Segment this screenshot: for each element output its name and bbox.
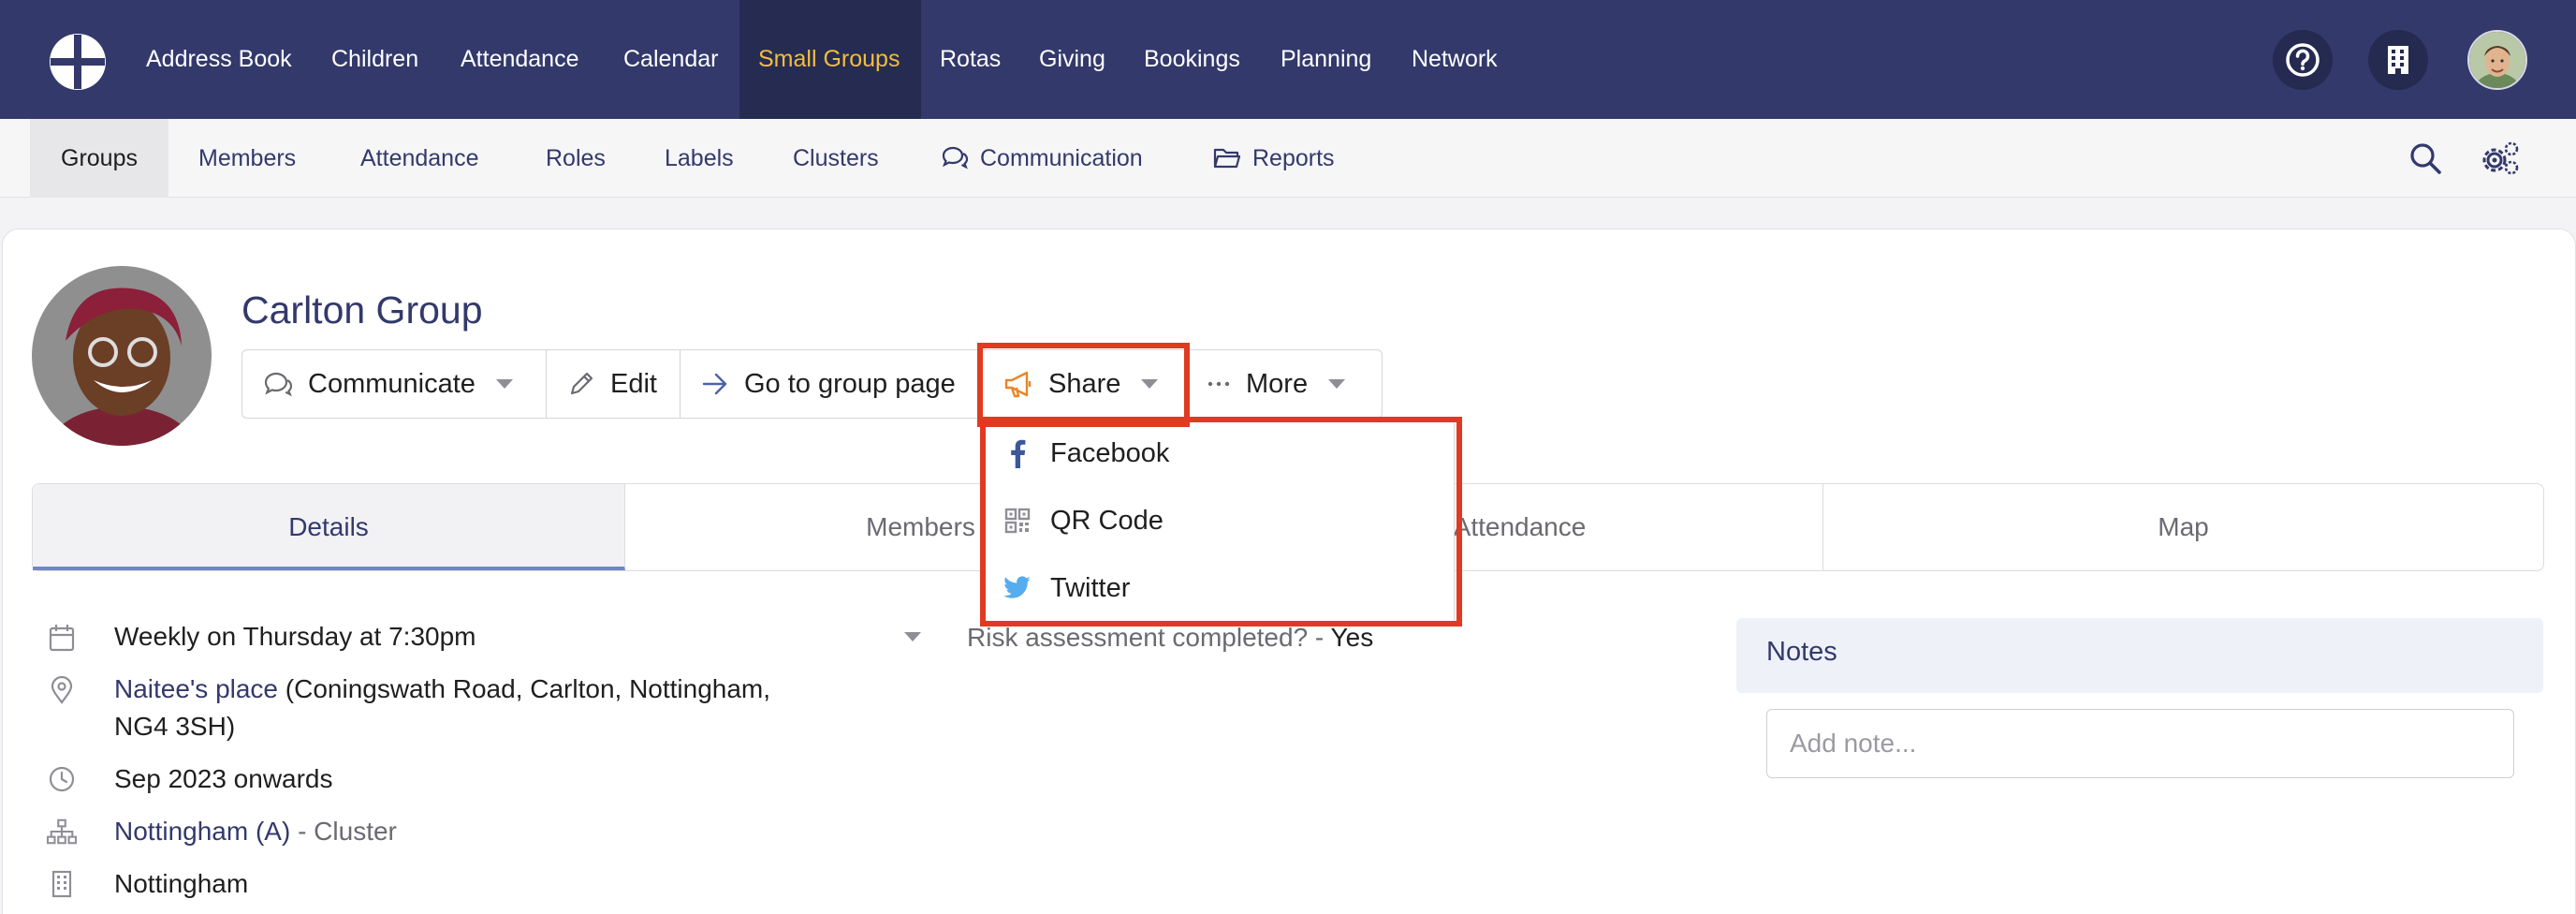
top-navigation-bar: Address Book Children Attendance Calenda… — [0, 0, 2576, 119]
map-pin-icon — [47, 675, 77, 705]
topnav-network[interactable]: Network — [1412, 0, 1498, 119]
topnav-planning[interactable]: Planning — [1281, 0, 1371, 119]
subnav-groups[interactable]: Groups — [30, 119, 168, 198]
tab-details[interactable]: Details — [33, 484, 625, 570]
topnav-calendar[interactable]: Calendar — [623, 0, 718, 119]
help-icon[interactable] — [2273, 30, 2333, 90]
topnav-giving[interactable]: Giving — [1039, 0, 1105, 119]
more-label: More — [1246, 368, 1309, 399]
risk-assessment: Risk assessment completed? - Yes — [967, 619, 1373, 656]
subnav-communication[interactable]: Communication — [941, 119, 1143, 198]
subnav-communication-label: Communication — [980, 145, 1143, 171]
chevron-down-icon — [495, 379, 513, 389]
chat-icon — [263, 371, 293, 397]
arrow-right-icon — [701, 372, 729, 396]
topnav-small-groups[interactable]: Small Groups — [739, 0, 921, 119]
location-link[interactable]: Naitee's place — [114, 674, 278, 703]
clock-icon — [47, 764, 77, 794]
page-title: Carlton Group — [242, 288, 483, 332]
share-facebook-item[interactable]: Facebook — [1003, 430, 1169, 477]
subnav-labels[interactable]: Labels — [665, 119, 734, 198]
notes-header — [1736, 618, 2543, 693]
location-line-2: NG4 3SH) — [114, 712, 236, 741]
risk-assessment-value: Yes — [1330, 623, 1374, 652]
twitter-icon — [1003, 576, 1032, 600]
user-avatar[interactable] — [2467, 30, 2527, 90]
notes-title: Notes — [1766, 637, 1837, 667]
chevron-down-icon[interactable] — [904, 632, 921, 641]
edit-button[interactable]: Edit — [546, 349, 681, 419]
share-qr-code-item[interactable]: QR Code — [1003, 497, 1164, 544]
location-line-1: Naitee's place (Coningswath Road, Carlto… — [114, 671, 770, 708]
facebook-label: Facebook — [1050, 437, 1170, 468]
chevron-down-icon — [1141, 379, 1159, 389]
ellipsis-icon — [1207, 379, 1231, 389]
subnav-roles[interactable]: Roles — [546, 119, 606, 198]
cluster-suffix: - Cluster — [290, 817, 397, 846]
topnav-rotas[interactable]: Rotas — [940, 0, 1001, 119]
megaphone-icon — [1003, 370, 1033, 398]
facebook-icon — [1003, 438, 1032, 468]
topnav-children[interactable]: Children — [331, 0, 418, 119]
add-note-input[interactable] — [1766, 709, 2514, 778]
topnav-address-book[interactable]: Address Book — [146, 0, 292, 119]
risk-assessment-label: Risk assessment completed? - — [967, 623, 1331, 652]
app-logo-icon[interactable] — [47, 31, 109, 93]
qr-code-label: QR Code — [1050, 505, 1164, 536]
building-icon — [47, 869, 77, 899]
cluster-link[interactable]: Nottingham (A) — [114, 817, 290, 846]
subnav-reports-label: Reports — [1252, 145, 1335, 171]
topnav-attendance[interactable]: Attendance — [461, 0, 579, 119]
building-icon[interactable] — [2368, 30, 2428, 90]
chat-icon — [942, 147, 969, 170]
cluster-line: Nottingham (A) - Cluster — [114, 813, 397, 850]
communicate-button[interactable]: Communicate — [242, 349, 547, 419]
more-button[interactable]: More — [1187, 349, 1383, 419]
subnav-attendance[interactable]: Attendance — [360, 119, 479, 198]
communicate-label: Communicate — [308, 368, 476, 399]
dates-text: Sep 2023 onwards — [114, 764, 333, 793]
settings-icon[interactable] — [2475, 133, 2525, 184]
edit-label: Edit — [610, 368, 657, 399]
location-address: (Coningswath Road, Carlton, Nottingham, — [278, 674, 771, 703]
search-icon[interactable] — [2400, 133, 2451, 184]
share-twitter-item[interactable]: Twitter — [1003, 565, 1130, 612]
sitemap-icon — [47, 817, 77, 847]
subnav-clusters[interactable]: Clusters — [793, 119, 879, 198]
calendar-icon — [47, 623, 77, 653]
folder-icon — [1213, 149, 1241, 169]
chevron-down-icon — [1328, 379, 1346, 389]
go-to-group-page-button[interactable]: Go to group page — [680, 349, 979, 419]
subnav-members[interactable]: Members — [198, 119, 296, 198]
share-label: Share — [1048, 368, 1121, 399]
tab-map[interactable]: Map — [1823, 484, 2543, 570]
subnav-reports[interactable]: Reports — [1213, 119, 1335, 198]
go-to-group-page-label: Go to group page — [744, 368, 956, 399]
sub-navigation-bar: Groups Members Attendance Roles Labels C… — [0, 119, 2576, 198]
twitter-label: Twitter — [1050, 572, 1131, 603]
qr-code-icon — [1003, 508, 1032, 534]
schedule-text: Weekly on Thursday at 7:30pm — [114, 622, 476, 651]
site-text: Nottingham — [114, 869, 249, 898]
pencil-icon — [567, 370, 595, 398]
topnav-bookings[interactable]: Bookings — [1144, 0, 1240, 119]
share-button[interactable]: Share — [978, 349, 1188, 419]
group-avatar — [32, 266, 212, 446]
